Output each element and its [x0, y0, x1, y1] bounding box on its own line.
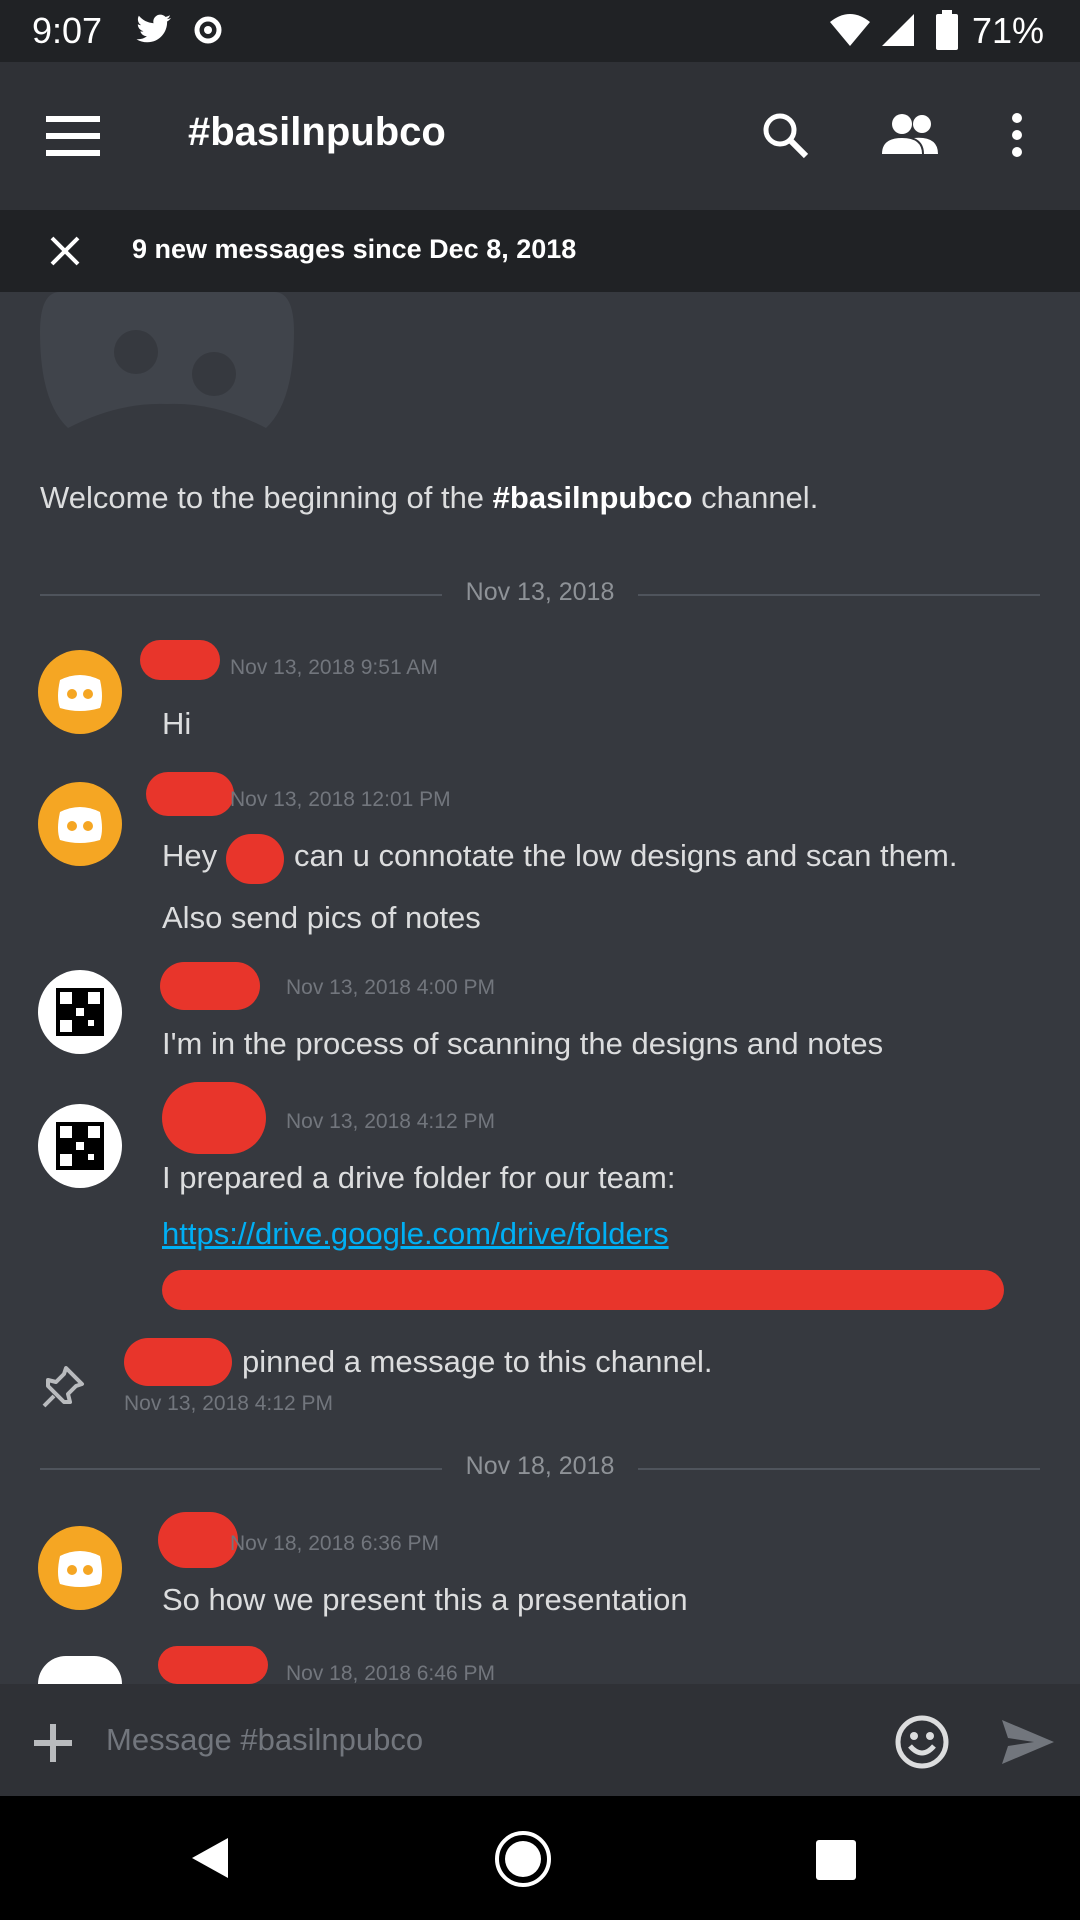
message-timestamp: Nov 13, 2018 12:01 PM — [230, 788, 451, 811]
battery-level: 71% — [971, 10, 1044, 51]
sync-icon — [194, 16, 222, 44]
date-divider-label: Nov 13, 2018 — [441, 578, 639, 606]
redacted-link — [162, 1270, 1004, 1310]
members-icon[interactable] — [880, 112, 940, 156]
message-timestamp: Nov 13, 2018 4:00 PM — [286, 976, 495, 999]
wifi-icon — [830, 14, 870, 46]
redacted-name — [226, 834, 284, 884]
message-composer: Message #basilnpubco — [0, 1684, 1080, 1796]
emoji-icon[interactable] — [894, 1714, 950, 1770]
message-input[interactable]: Message #basilnpubco — [106, 1722, 423, 1758]
close-icon[interactable] — [50, 236, 80, 266]
send-icon[interactable] — [1000, 1718, 1056, 1766]
redacted-username — [124, 1338, 232, 1386]
add-attachment-icon[interactable] — [34, 1724, 72, 1762]
recents-icon[interactable] — [816, 1840, 856, 1880]
message-text: Hey — [162, 838, 218, 873]
pinned-text: pinned a message to this channel. — [242, 1344, 713, 1379]
avatar[interactable] — [38, 782, 122, 866]
search-icon[interactable] — [760, 110, 810, 160]
avatar[interactable] — [38, 1526, 122, 1610]
message-text: Hi — [162, 706, 192, 741]
system-navigation-bar — [0, 1796, 1080, 1920]
channel-name: #basilnpubco — [492, 480, 693, 515]
redacted-username — [140, 640, 220, 680]
menu-icon[interactable] — [46, 116, 100, 156]
avatar[interactable] — [38, 1104, 122, 1188]
pinned-timestamp: Nov 13, 2018 4:12 PM — [124, 1392, 333, 1415]
avatar[interactable] — [38, 970, 122, 1054]
channel-welcome: Welcome to the beginning of the #basilnp… — [40, 480, 819, 515]
discord-avatar-icon — [58, 1551, 102, 1587]
status-bar: 9:07 71% — [0, 0, 1080, 62]
signal-icon — [882, 14, 914, 46]
redacted-username — [158, 1512, 238, 1568]
redacted-username — [158, 1646, 268, 1684]
home-icon[interactable] — [494, 1830, 552, 1888]
discord-logo-icon — [40, 292, 294, 428]
message-text: can u connotate the low designs and scan… — [294, 838, 958, 873]
avatar[interactable] — [38, 650, 122, 734]
more-options-icon[interactable] — [1010, 112, 1024, 158]
message-timestamp: Nov 18, 2018 6:46 PM — [286, 1662, 495, 1684]
new-messages-text: 9 new messages since Dec 8, 2018 — [132, 234, 577, 264]
new-messages-bar[interactable]: 9 new messages since Dec 8, 2018 — [0, 210, 1080, 292]
qr-avatar-icon — [56, 988, 104, 1036]
channel-title: #basilnpubco — [188, 110, 446, 154]
battery-icon — [936, 10, 958, 50]
avatar[interactable] — [38, 1656, 122, 1684]
twitter-icon — [136, 14, 171, 43]
message-timestamp: Nov 13, 2018 9:51 AM — [230, 656, 438, 679]
qr-avatar-icon — [56, 1122, 104, 1170]
redacted-username — [160, 962, 260, 1010]
message-text: So how we present this a presentation — [162, 1582, 688, 1617]
message-text: I prepared a drive folder for our team: — [162, 1160, 676, 1195]
message-timestamp: Nov 13, 2018 4:12 PM — [286, 1110, 495, 1133]
date-divider-label: Nov 18, 2018 — [441, 1452, 639, 1480]
status-time: 9:07 — [32, 10, 103, 51]
message-text: Also send pics of notes — [162, 900, 481, 935]
channel-header: #basilnpubco — [0, 62, 1080, 210]
discord-avatar-icon — [58, 807, 102, 843]
message-text: I'm in the process of scanning the desig… — [162, 1026, 884, 1061]
pin-icon — [42, 1366, 84, 1408]
discord-avatar-icon — [58, 675, 102, 711]
back-icon[interactable] — [190, 1836, 230, 1880]
redacted-username — [162, 1082, 266, 1154]
drive-folder-link[interactable]: https://drive.google.com/drive/folders — [162, 1216, 669, 1252]
redacted-username — [146, 772, 234, 816]
message-timestamp: Nov 18, 2018 6:36 PM — [230, 1532, 439, 1555]
